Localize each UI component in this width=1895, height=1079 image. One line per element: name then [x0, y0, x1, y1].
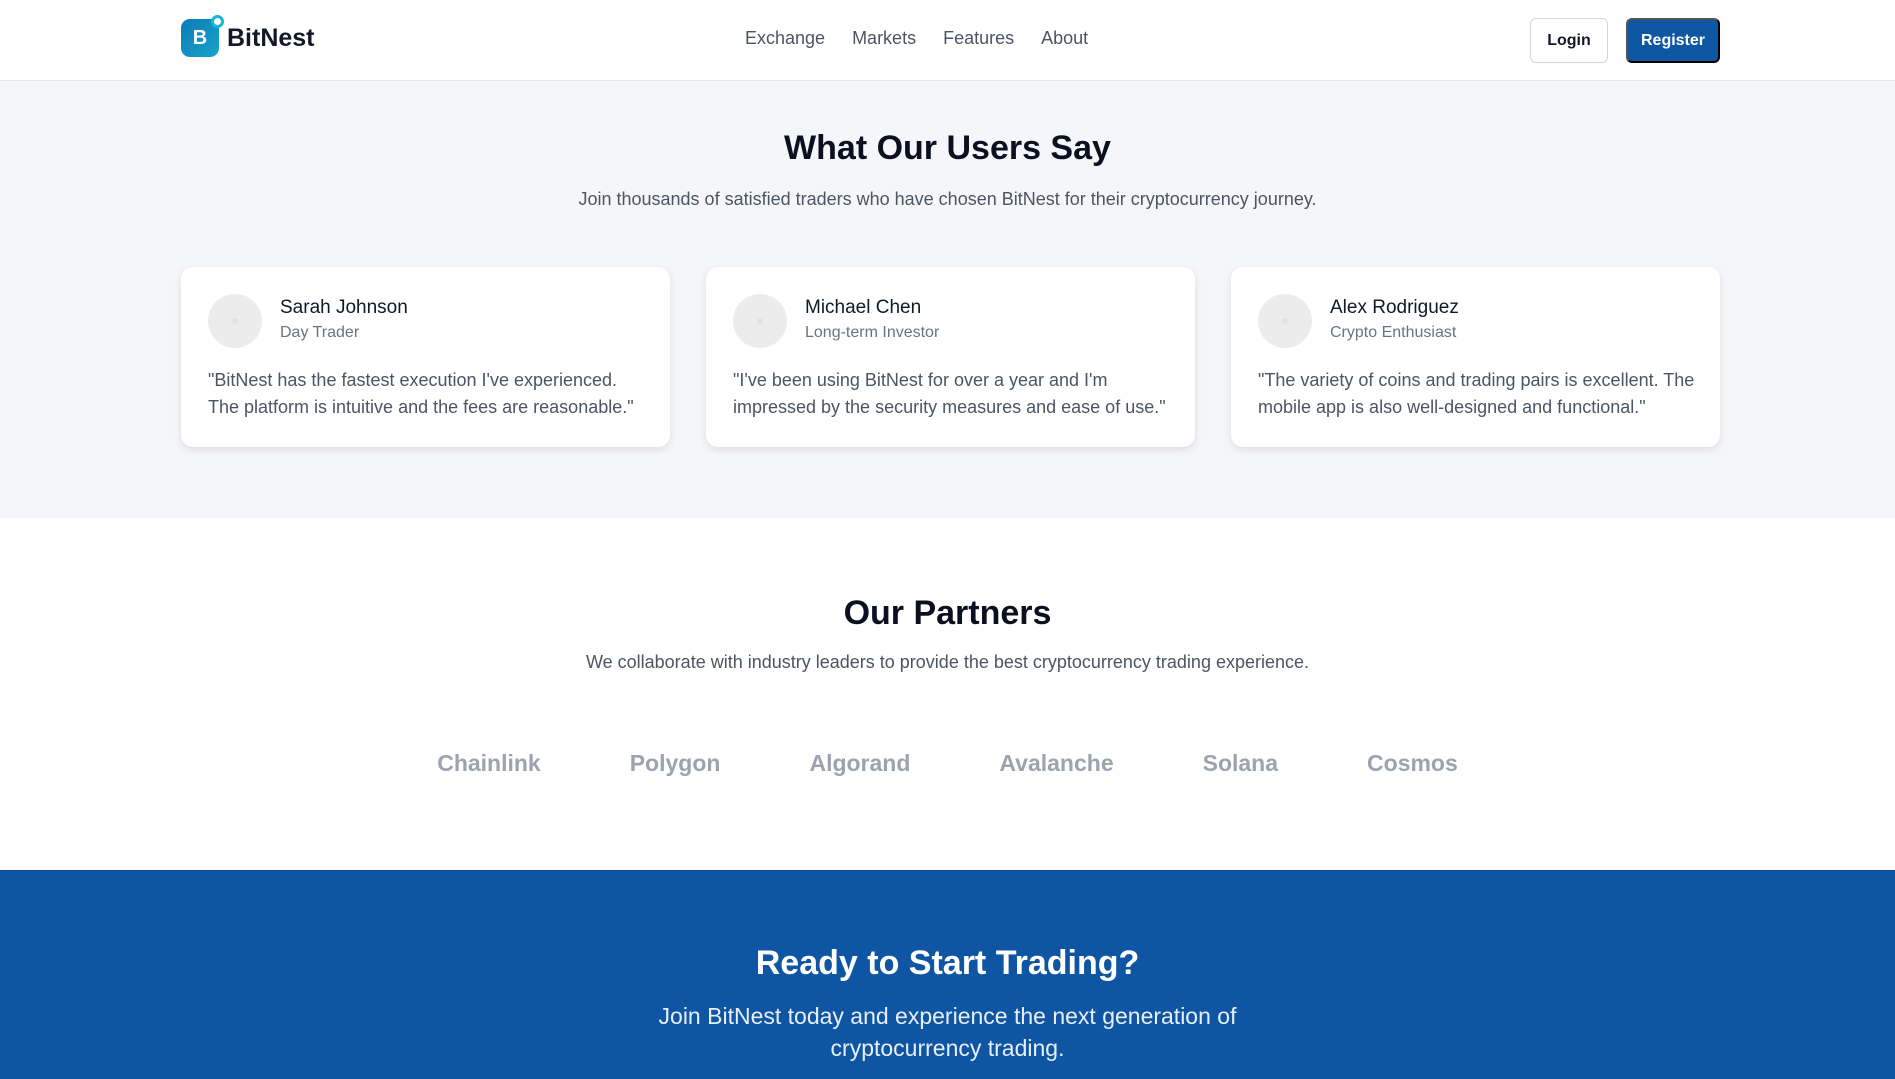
- logo-text: BitNest: [227, 23, 315, 52]
- testimonial-quote: "The variety of coins and trading pairs …: [1258, 370, 1695, 417]
- cta-section: Ready to Start Trading? Join BitNest tod…: [0, 870, 1895, 1079]
- partners-section: Our Partners We collaborate with industr…: [0, 518, 1895, 870]
- main-nav: Exchange Markets Features About: [745, 28, 1088, 49]
- register-button[interactable]: Register: [1626, 18, 1720, 63]
- partner-cosmos: Cosmos: [1367, 750, 1458, 776]
- brand-logo[interactable]: B BitNest: [181, 15, 315, 57]
- testimonial-name: Michael Chen: [805, 297, 922, 318]
- logo-letter: B: [192, 26, 208, 49]
- testimonial-quote: "BitNest has the fastest execution I've …: [208, 370, 634, 417]
- testimonial-quote: "I've been using BitNest for over a year…: [733, 370, 1166, 417]
- partner-algorand: Algorand: [809, 750, 911, 776]
- login-button[interactable]: Login: [1530, 18, 1608, 63]
- site-header: B BitNest Exchange Markets Features Abou…: [0, 0, 1895, 81]
- cta-subtitle: Join BitNest today and experience the ne…: [658, 1003, 1237, 1061]
- nav-markets[interactable]: Markets: [852, 28, 916, 49]
- partner-polygon: Polygon: [629, 750, 721, 776]
- testimonials-title: What Our Users Say: [784, 129, 1111, 167]
- testimonial-role: Day Trader: [280, 324, 360, 341]
- nav-about[interactable]: About: [1041, 28, 1088, 49]
- cta-title: Ready to Start Trading?: [755, 944, 1140, 982]
- testimonial-card: Alex Rodriguez Crypto Enthusiast "The va…: [1231, 267, 1720, 447]
- testimonial-name: Sarah Johnson: [280, 297, 408, 318]
- avatar: [208, 294, 262, 348]
- avatar: [1258, 294, 1312, 348]
- testimonial-role: Long-term Investor: [805, 324, 940, 341]
- partner-chainlink: Chainlink: [437, 750, 541, 776]
- nav-exchange[interactable]: Exchange: [745, 28, 825, 49]
- partner-logos: Chainlink Polygon Algorand Avalanche Sol…: [0, 750, 1895, 777]
- testimonials-subtitle: Join thousands of satisfied traders who …: [578, 189, 1317, 209]
- partner-solana: Solana: [1202, 750, 1279, 776]
- testimonial-card: Michael Chen Long-term Investor "I've be…: [706, 267, 1195, 447]
- testimonial-card: Sarah Johnson Day Trader "BitNest has th…: [181, 267, 670, 447]
- testimonial-cards: Sarah Johnson Day Trader "BitNest has th…: [181, 267, 1720, 447]
- partners-subtitle: We collaborate with industry leaders to …: [585, 652, 1310, 672]
- logo-icon: B: [181, 15, 224, 57]
- logo-dot-icon: [211, 15, 224, 28]
- nav-features[interactable]: Features: [943, 28, 1014, 49]
- testimonials-section: What Our Users Say Join thousands of sat…: [0, 81, 1895, 518]
- testimonial-name: Alex Rodriguez: [1330, 297, 1459, 318]
- testimonial-role: Crypto Enthusiast: [1330, 324, 1457, 341]
- partner-avalanche: Avalanche: [999, 750, 1114, 776]
- partners-title: Our Partners: [843, 594, 1052, 632]
- avatar: [733, 294, 787, 348]
